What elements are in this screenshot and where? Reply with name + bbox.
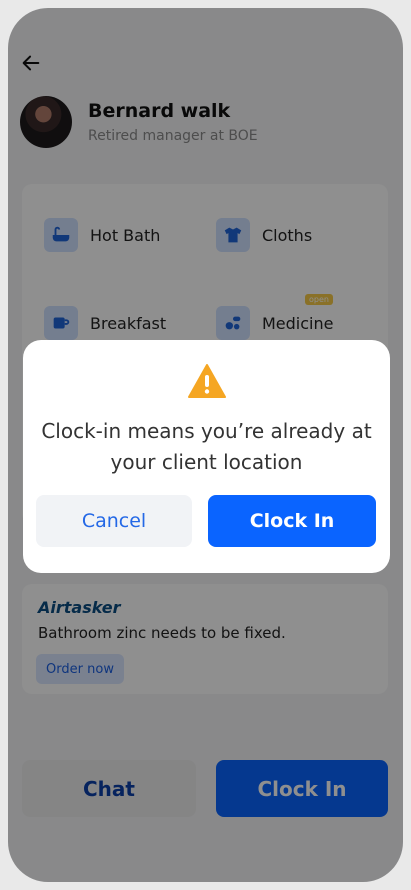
clock-in-modal: Clock-in means you’re already at your cl… (23, 340, 390, 573)
warning-icon (188, 364, 226, 398)
cancel-button[interactable]: Cancel (36, 495, 192, 547)
modal-message: Clock-in means you’re already at your cl… (41, 419, 372, 474)
confirm-clock-in-button[interactable]: Clock In (208, 495, 376, 547)
phone-screen: Bernard walk Retired manager at BOE Hot … (8, 8, 403, 882)
